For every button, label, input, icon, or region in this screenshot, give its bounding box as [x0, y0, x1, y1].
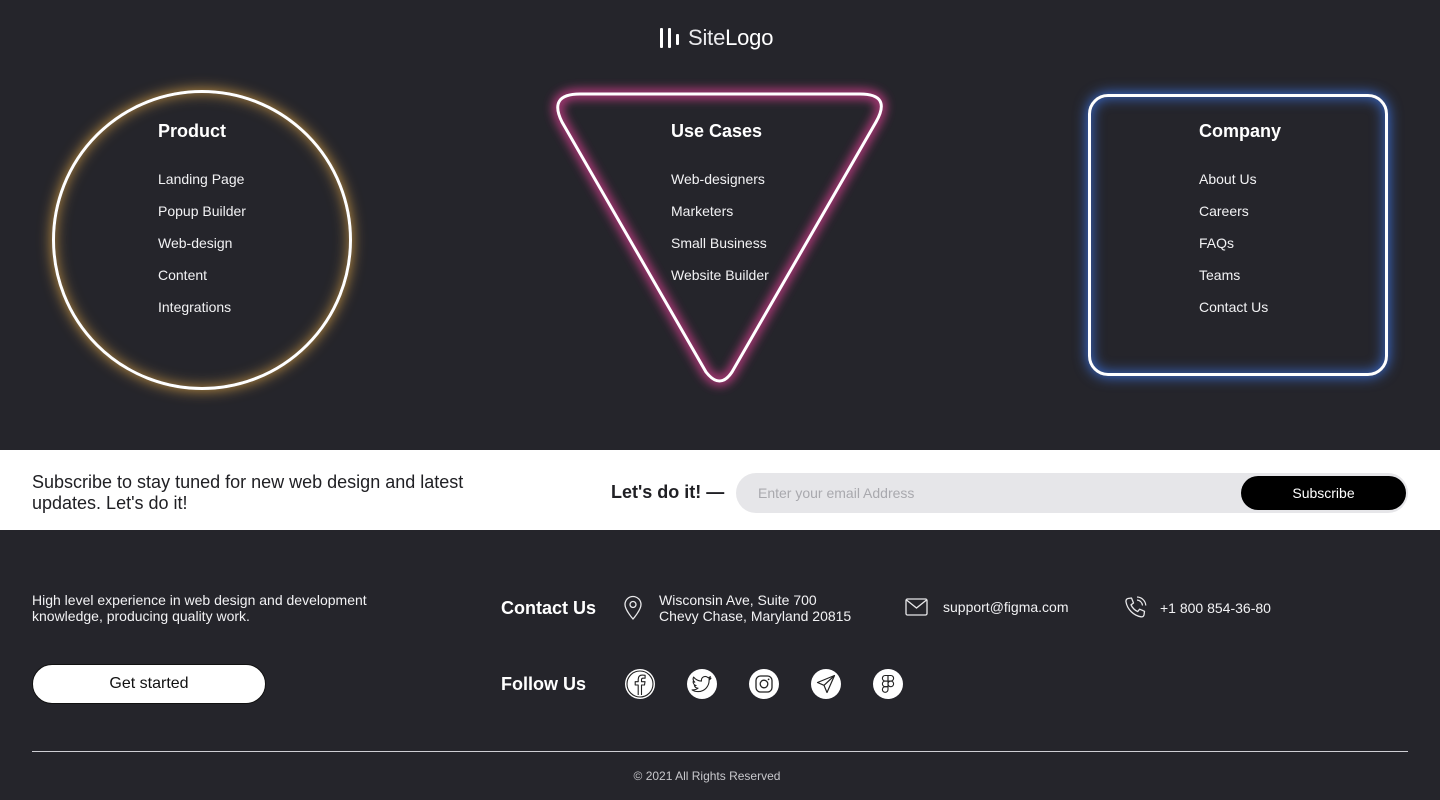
mail-icon [905, 598, 928, 616]
follow-us-heading: Follow Us [501, 674, 586, 694]
logo-text-light: Site [688, 25, 726, 50]
company-link-teams[interactable]: Teams [1199, 267, 1281, 283]
product-column: Product Landing Page Popup Builder Web-d… [158, 120, 246, 331]
subscribe-text: Subscribe to stay tuned for new web desi… [32, 472, 464, 513]
company-link-faqs[interactable]: FAQs [1199, 235, 1281, 251]
product-link-content[interactable]: Content [158, 267, 246, 283]
product-link-web-design[interactable]: Web-design [158, 235, 246, 251]
contact-us-heading: Contact Us [501, 598, 597, 618]
use-case-link-web-designers[interactable]: Web-designers [671, 171, 769, 187]
subscribe-button[interactable]: Subscribe [1241, 476, 1406, 510]
email-address[interactable]: support@figma.com [943, 599, 1068, 615]
telegram-link[interactable] [811, 669, 841, 699]
use-cases-column: Use Cases Web-designers Marketers Small … [671, 120, 769, 299]
footer-tagline: High level experience in web design and … [32, 592, 367, 624]
telegram-icon [816, 674, 836, 694]
footer-divider [32, 751, 1408, 752]
twitter-link[interactable] [687, 669, 717, 699]
logo-text-bold: Logo [725, 25, 774, 50]
address-line-1: Wisconsin Ave, Suite 700 [659, 592, 817, 608]
social-links [625, 669, 903, 699]
company-link-about-us[interactable]: About Us [1199, 171, 1281, 187]
subscribe-form: Subscribe [736, 473, 1408, 513]
phone-number[interactable]: +1 800 854-36-80 [1160, 600, 1271, 616]
company-link-careers[interactable]: Careers [1199, 203, 1281, 219]
facebook-link[interactable] [625, 669, 655, 699]
use-case-link-small-business[interactable]: Small Business [671, 235, 769, 251]
instagram-link[interactable] [749, 669, 779, 699]
subscribe-section: Subscribe to stay tuned for new web desi… [0, 450, 1440, 530]
use-case-link-marketers[interactable]: Marketers [671, 203, 769, 219]
email-input[interactable] [758, 473, 1228, 513]
company-heading: Company [1199, 121, 1282, 141]
product-link-popup-builder[interactable]: Popup Builder [158, 203, 246, 219]
site-logo[interactable]: SiteLogo [660, 26, 773, 50]
product-link-landing-page[interactable]: Landing Page [158, 171, 246, 187]
figma-icon [881, 674, 895, 693]
use-cases-heading: Use Cases [671, 121, 763, 141]
phone-item[interactable]: +1 800 854-36-80 [1124, 596, 1271, 619]
use-case-link-website-builder[interactable]: Website Builder [671, 267, 769, 283]
instagram-icon [755, 675, 773, 693]
copyright-text: © 2021 All Rights Reserved [633, 769, 781, 783]
address-line-2: Chevy Chase, Maryland 20815 [659, 608, 852, 624]
location-pin-icon [624, 595, 642, 620]
get-started-button[interactable]: Get started [32, 664, 266, 704]
phone-icon [1125, 596, 1147, 618]
product-heading: Product [158, 121, 227, 141]
address-item: Wisconsin Ave, Suite 700 Chevy Chase, Ma… [622, 592, 851, 624]
logo-text: SiteLogo [688, 26, 773, 50]
email-item[interactable]: support@figma.com [905, 598, 1068, 616]
company-column: Company About Us Careers FAQs Teams Cont… [1199, 120, 1281, 331]
company-link-contact-us[interactable]: Contact Us [1199, 299, 1281, 315]
facebook-icon [626, 670, 654, 698]
logo-mark-icon [660, 28, 679, 48]
figma-link[interactable] [873, 669, 903, 699]
twitter-icon [691, 675, 712, 693]
lets-do-it-label: Let's do it! — [611, 482, 725, 502]
product-link-integrations[interactable]: Integrations [158, 299, 246, 315]
